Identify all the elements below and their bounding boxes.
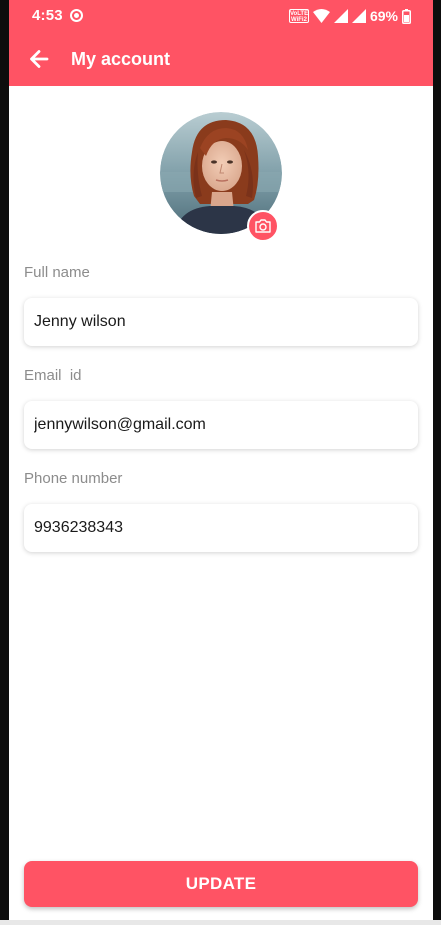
screen-record-icon bbox=[70, 9, 83, 22]
status-icons: VoLTE WiFi2 69% bbox=[288, 7, 411, 25]
volte-wifi-icon: VoLTE WiFi2 bbox=[288, 9, 309, 23]
signal-icon-2 bbox=[351, 9, 366, 23]
battery-percent: 69% bbox=[369, 8, 398, 24]
app-screen: 4:53 VoLTE WiFi2 69% My account Full nam… bbox=[9, 0, 433, 925]
phone-field[interactable] bbox=[24, 504, 418, 552]
email-input[interactable] bbox=[34, 416, 408, 434]
app-bar: My account bbox=[9, 32, 433, 86]
signal-icon bbox=[333, 9, 348, 23]
phone-input[interactable] bbox=[34, 519, 408, 537]
arrow-left-icon bbox=[30, 50, 49, 68]
full-name-input[interactable] bbox=[34, 313, 408, 331]
bottom-edge bbox=[0, 920, 441, 925]
back-button[interactable] bbox=[25, 45, 53, 73]
status-time: 4:53 bbox=[32, 7, 63, 24]
update-button[interactable]: UPDATE bbox=[24, 861, 418, 907]
profile-photo-section bbox=[160, 112, 282, 242]
battery-icon bbox=[402, 8, 411, 24]
full-name-field[interactable] bbox=[24, 298, 418, 346]
status-bar: 4:53 VoLTE WiFi2 69% bbox=[9, 0, 433, 32]
camera-icon bbox=[255, 219, 271, 233]
wifi-icon bbox=[312, 9, 330, 23]
phone-label: Phone number bbox=[24, 470, 123, 487]
change-photo-button[interactable] bbox=[247, 210, 279, 242]
full-name-label: Full name bbox=[24, 264, 90, 281]
page-title: My account bbox=[71, 49, 171, 69]
email-label: Email id bbox=[24, 367, 82, 384]
device-frame: 4:53 VoLTE WiFi2 69% My account Full nam… bbox=[0, 0, 441, 925]
email-field[interactable] bbox=[24, 401, 418, 449]
